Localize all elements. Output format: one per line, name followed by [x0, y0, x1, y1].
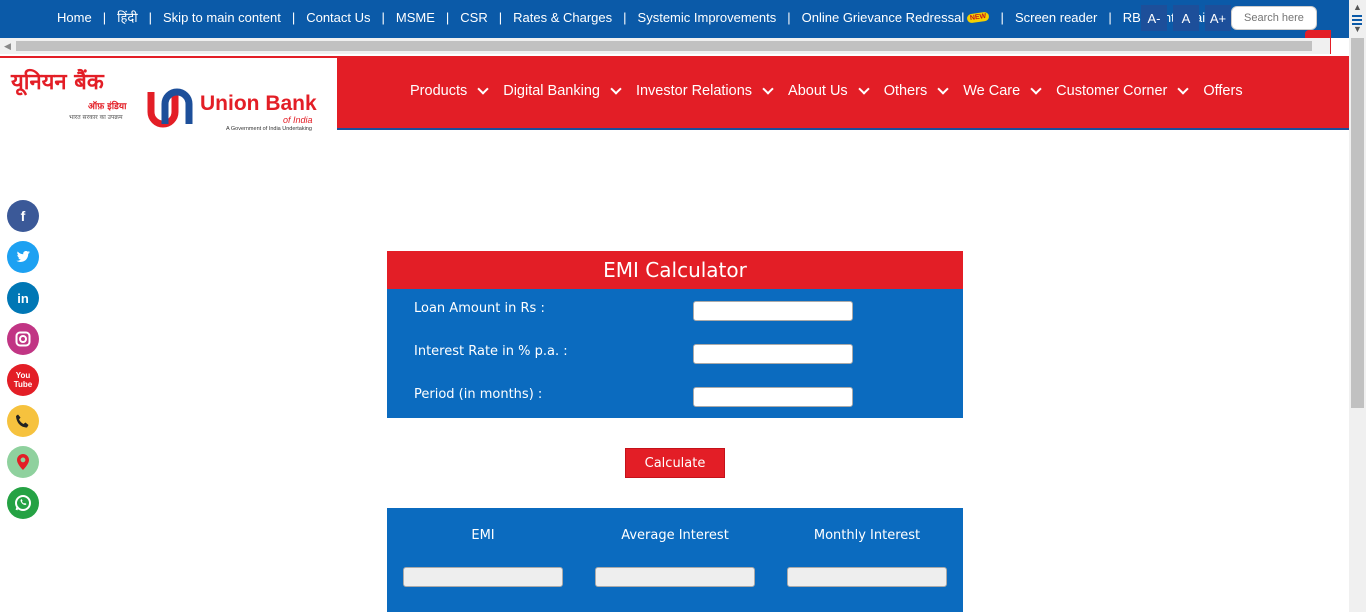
top-links: Home | हिंदी | Skip to main content | Co… [57, 8, 1205, 27]
hindi-link[interactable]: हिंदी [117, 8, 138, 26]
font-decrease-button[interactable]: A- [1141, 5, 1167, 31]
monthly-interest-output [787, 567, 947, 587]
emi-calculator: EMI Calculator Loan Amount in Rs : Inter… [387, 251, 963, 418]
phone-icon[interactable] [7, 405, 39, 437]
nav-label: Digital Banking [503, 83, 600, 99]
calculator-form: Loan Amount in Rs : Interest Rate in % p… [387, 289, 963, 418]
search-input[interactable] [1231, 6, 1317, 30]
nav-investor-relations[interactable]: Investor Relations [635, 82, 774, 99]
msme-link[interactable]: MSME [396, 10, 435, 25]
nav-we-care[interactable]: We Care [963, 82, 1042, 99]
calculator-title: EMI Calculator [387, 251, 963, 289]
new-badge: NEW [966, 10, 991, 24]
horizontal-scrollbar[interactable]: ◀ [0, 38, 1330, 54]
separator: | [381, 9, 385, 25]
social-sidebar: f in You Tube [7, 200, 39, 528]
logo-english-tagline: A Government of India Undertaking [226, 126, 312, 132]
separator: | [102, 9, 107, 25]
nav-others[interactable]: Others [883, 82, 949, 99]
font-increase-button[interactable]: A+ [1205, 5, 1231, 31]
nav-label: Customer Corner [1056, 83, 1168, 99]
loan-amount-input[interactable] [693, 301, 853, 321]
top-utility-bar: Home | हिंदी | Skip to main content | Co… [0, 0, 1349, 38]
logo-english-text: Union Bank [200, 92, 317, 115]
systemic-improvements-link[interactable]: Systemic Improvements [638, 10, 777, 25]
scroll-down-icon[interactable]: ▼ [1353, 24, 1362, 34]
chevron-down-icon [1177, 82, 1190, 95]
font-normal-button[interactable]: A [1173, 5, 1199, 31]
bank-logo[interactable]: यूनियन बैंक ऑफ़ इंडिया भारत सरकार का उपक… [0, 58, 337, 132]
logo-hindi-tagline: भारत सरकार का उपक्रम [69, 114, 123, 121]
separator: | [787, 9, 791, 25]
calculate-button[interactable]: Calculate [625, 448, 725, 478]
linkedin-icon[interactable]: in [7, 282, 39, 314]
union-bank-logo-icon [147, 88, 193, 128]
separator: | [291, 9, 296, 25]
period-label: Period (in months) : [414, 387, 543, 402]
whatsapp-icon[interactable] [7, 487, 39, 519]
chevron-down-icon [762, 82, 774, 95]
average-interest-output [595, 567, 755, 587]
facebook-icon[interactable]: f [7, 200, 39, 232]
average-interest-label: Average Interest [621, 528, 729, 543]
separator: | [1000, 9, 1004, 25]
monthly-interest-label: Monthly Interest [813, 528, 921, 543]
home-link[interactable]: Home [57, 10, 92, 25]
separator: | [445, 9, 450, 25]
separator: | [623, 9, 627, 25]
chevron-down-icon [1030, 82, 1042, 95]
contact-us-link[interactable]: Contact Us [306, 10, 370, 25]
separator: | [498, 9, 503, 25]
location-icon[interactable] [7, 446, 39, 478]
chevron-down-icon [937, 82, 949, 95]
youtube-icon[interactable]: You Tube [7, 364, 39, 396]
emi-label: EMI [471, 528, 495, 543]
loan-amount-label: Loan Amount in Rs : [414, 301, 545, 316]
horizontal-scroll-thumb[interactable] [16, 41, 1312, 51]
interest-rate-input[interactable] [693, 344, 853, 364]
interest-rate-label: Interest Rate in % p.a. : [414, 344, 568, 359]
nav-offers[interactable]: Offers [1203, 83, 1242, 99]
emi-output [403, 567, 563, 587]
instagram-icon[interactable] [7, 323, 39, 355]
chevron-down-icon [477, 82, 489, 95]
nav-digital-banking[interactable]: Digital Banking [503, 82, 622, 99]
nav-about-us[interactable]: About Us [788, 82, 870, 99]
nav-label: We Care [963, 83, 1021, 99]
nav-label: Products [410, 83, 468, 99]
nav-label: Investor Relations [635, 83, 753, 99]
nav-label: Offers [1203, 83, 1243, 99]
rates-charges-link[interactable]: Rates & Charges [513, 10, 612, 25]
logo-hindi-sub: ऑफ़ इंडिया [88, 102, 127, 112]
chevron-down-icon [858, 82, 870, 95]
separator: | [1108, 9, 1112, 25]
screen-reader-link[interactable]: Screen reader [1015, 10, 1097, 25]
nav-customer-corner[interactable]: Customer Corner [1056, 82, 1190, 99]
separator: | [148, 9, 153, 25]
nav-products[interactable]: Products [410, 82, 489, 99]
skip-to-main-link[interactable]: Skip to main content [163, 10, 281, 25]
twitter-icon[interactable] [7, 241, 39, 273]
period-input[interactable] [693, 387, 853, 407]
grievance-redressal-link[interactable]: Online Grievance Redressal [802, 10, 965, 25]
logo-hindi-text: यूनियन बैंक [11, 70, 104, 95]
nav-label: About Us [788, 83, 848, 99]
nav-label: Others [883, 83, 928, 99]
scroll-left-icon[interactable]: ◀ [4, 41, 11, 52]
scroll-up-icon[interactable]: ▲ [1353, 2, 1362, 12]
main-nav: Products Digital Banking Investor Relati… [410, 82, 1259, 99]
logo-english-sub: of India [283, 115, 313, 125]
main-header: यूनियन बैंक ऑफ़ इंडिया भारत सरकार का उपक… [0, 56, 1349, 132]
emi-results: EMI Average Interest Monthly Interest [387, 508, 963, 612]
chevron-down-icon [610, 82, 622, 95]
vertical-scroll-thumb[interactable] [1351, 38, 1364, 408]
csr-link[interactable]: CSR [460, 10, 487, 25]
vertical-scrollbar[interactable]: ▲ ▼ [1349, 0, 1366, 612]
